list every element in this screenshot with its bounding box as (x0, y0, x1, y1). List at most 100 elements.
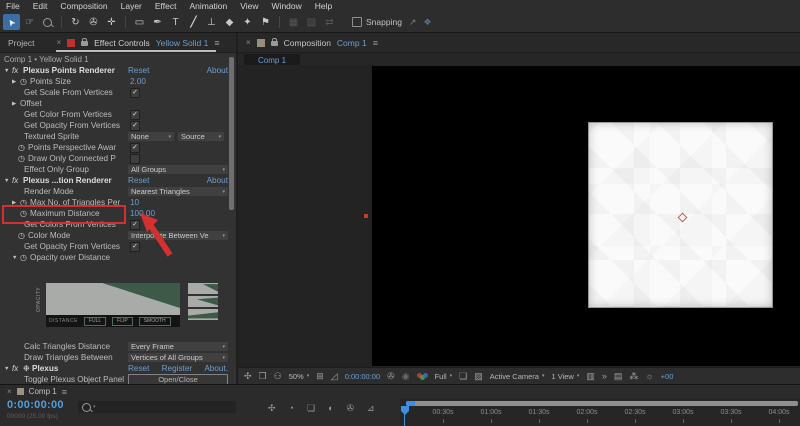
tab-project[interactable]: Project (8, 38, 34, 48)
close-panel-icon[interactable]: × (246, 38, 251, 47)
roto-brush-tool[interactable]: ✦ (239, 14, 256, 30)
motion-blur-icon[interactable]: ◐ (328, 403, 333, 414)
transparency-grid-icon[interactable]: ▨ (474, 371, 483, 382)
grid-options-icon[interactable]: ⊞ (316, 371, 324, 382)
selection-tool[interactable]: ➤ (3, 14, 20, 30)
graph-area[interactable] (46, 283, 180, 315)
fx-icon[interactable]: fx (12, 364, 23, 373)
checkbox[interactable]: ✓ (130, 110, 140, 120)
brush-tool[interactable]: ╱ (185, 14, 202, 30)
shy-icon[interactable]: ◔ (289, 403, 294, 414)
checkbox[interactable] (130, 154, 140, 164)
menu-view[interactable]: View (240, 1, 258, 11)
reset-link[interactable]: Reset (128, 66, 149, 75)
camera-view-select[interactable]: Active Camera ▾ (490, 372, 545, 381)
stopwatch-icon[interactable]: ◷ (18, 143, 28, 152)
snapping-checkbox[interactable] (352, 17, 362, 27)
timeline-scrollbar[interactable] (406, 401, 798, 406)
timeline-button-icon[interactable]: ▤ (614, 371, 623, 382)
tab-effect-controls[interactable]: Effect Controls (94, 38, 150, 48)
register-link[interactable]: Register (162, 364, 193, 373)
clone-stamp-tool[interactable]: ⊥ (203, 14, 220, 30)
checkbox[interactable]: ✓ (130, 121, 140, 131)
property-value[interactable]: 10 (130, 198, 139, 207)
dropdown[interactable]: Interpolate Between Ve▾ (128, 231, 228, 240)
eraser-tool[interactable]: ◆ (221, 14, 238, 30)
twirl-icon[interactable]: ▶ (12, 79, 20, 85)
reset-link[interactable]: Reset (128, 176, 149, 185)
preset-thumb[interactable] (188, 296, 218, 307)
mask-visibility-icon[interactable]: ⚇ (274, 371, 282, 382)
menu-layer[interactable]: Layer (121, 1, 142, 11)
panel-menu-icon[interactable]: ≡ (214, 38, 219, 48)
flip-button[interactable]: FLIP (112, 317, 133, 326)
checkbox[interactable]: ✓ (130, 242, 140, 252)
fx-icon[interactable]: fx (12, 66, 23, 75)
lock-icon[interactable] (271, 41, 278, 46)
panel-menu-icon[interactable]: ≡ (373, 38, 378, 48)
stopwatch-icon[interactable]: ◷ (18, 231, 28, 240)
dropdown[interactable]: Every Frame▾ (128, 342, 228, 351)
fx-icon[interactable]: fx (12, 176, 23, 185)
dropdown[interactable]: Source▾ (178, 132, 224, 141)
twirl-icon[interactable]: ▼ (4, 178, 12, 184)
stopwatch-icon[interactable]: ◷ (20, 77, 30, 86)
close-panel-icon[interactable]: × (56, 38, 61, 47)
preset-thumb[interactable] (188, 283, 218, 294)
puppet-pin-tool[interactable]: ⚑ (257, 14, 274, 30)
pan-behind-tool[interactable]: ✛ (103, 14, 120, 30)
close-panel-icon[interactable]: × (7, 387, 12, 396)
type-tool[interactable]: T (167, 14, 184, 30)
twirl-icon[interactable]: ▼ (12, 255, 20, 261)
preset-thumb[interactable] (188, 309, 218, 320)
hand-tool[interactable]: ☞ (21, 14, 38, 30)
snap-features-icon[interactable]: ❖ (423, 17, 431, 28)
opacity-over-distance-graph[interactable]: OPACITYDISTANCEFULLFLIPSMOOTH (0, 263, 236, 341)
view-layout-select[interactable]: 1 View ▾ (551, 372, 579, 381)
region-of-interest-icon[interactable]: ❑ (459, 371, 467, 382)
zoom-level-select[interactable]: 50% ▾ (289, 372, 310, 381)
playhead[interactable] (401, 406, 409, 415)
snap-options-icon[interactable]: ↗ (409, 17, 417, 28)
twirl-icon[interactable]: ▶ (12, 101, 20, 107)
dropdown[interactable]: Vertices of All Groups▾ (128, 353, 228, 362)
menu-animation[interactable]: Animation (189, 1, 227, 11)
zoom-tool[interactable] (39, 14, 56, 30)
rectangle-tool[interactable]: ▭ (131, 14, 148, 30)
pen-tool[interactable]: ✒ (149, 14, 166, 30)
reset-link[interactable]: Reset (128, 364, 149, 373)
stopwatch-icon[interactable]: ◷ (18, 154, 28, 163)
fast-previews-icon[interactable]: » (602, 371, 607, 381)
brainstorm-icon[interactable]: ✇ (347, 403, 355, 414)
exposure-value[interactable]: +00 (661, 372, 674, 381)
menu-file[interactable]: File (6, 1, 20, 11)
lock-icon[interactable] (81, 41, 88, 46)
menu-composition[interactable]: Composition (60, 1, 107, 11)
smooth-button[interactable]: SMOOTH (139, 317, 171, 326)
scrollbar[interactable] (229, 57, 234, 210)
stopwatch-icon[interactable]: ◷ (20, 253, 30, 262)
camera-tool[interactable]: ✇ (85, 14, 102, 30)
resolution-select[interactable]: Full ▾ (435, 372, 453, 381)
menu-effect[interactable]: Effect (155, 1, 177, 11)
pixel-aspect-icon[interactable]: ▥ (586, 371, 595, 382)
snapshot-icon[interactable]: ✇ (387, 371, 395, 382)
checkbox[interactable]: ✓ (130, 143, 140, 153)
menu-window[interactable]: Window (272, 1, 302, 11)
about-link[interactable]: About (207, 176, 228, 185)
full-button[interactable]: FULL (84, 317, 106, 326)
checkbox[interactable]: ✓ (130, 220, 140, 230)
flowchart-icon[interactable]: ⁂ (629, 371, 638, 382)
dropdown[interactable]: None▾ (128, 132, 174, 141)
search-input[interactable]: ▾ (78, 401, 236, 413)
mask-toggle-icon[interactable]: ◿ (331, 371, 338, 382)
menu-help[interactable]: Help (315, 1, 332, 11)
dropdown[interactable]: Nearest Triangles▾ (128, 187, 228, 196)
main-viewer-icon[interactable]: ❒ (259, 371, 267, 382)
composition-viewer[interactable] (238, 65, 800, 368)
parent-link-icon[interactable]: ✣ (268, 403, 276, 414)
twirl-icon[interactable]: ▼ (4, 366, 12, 372)
twirl-icon[interactable]: ▼ (4, 68, 12, 74)
menu-edit[interactable]: Edit (33, 1, 48, 11)
work-area-start[interactable] (406, 401, 415, 406)
